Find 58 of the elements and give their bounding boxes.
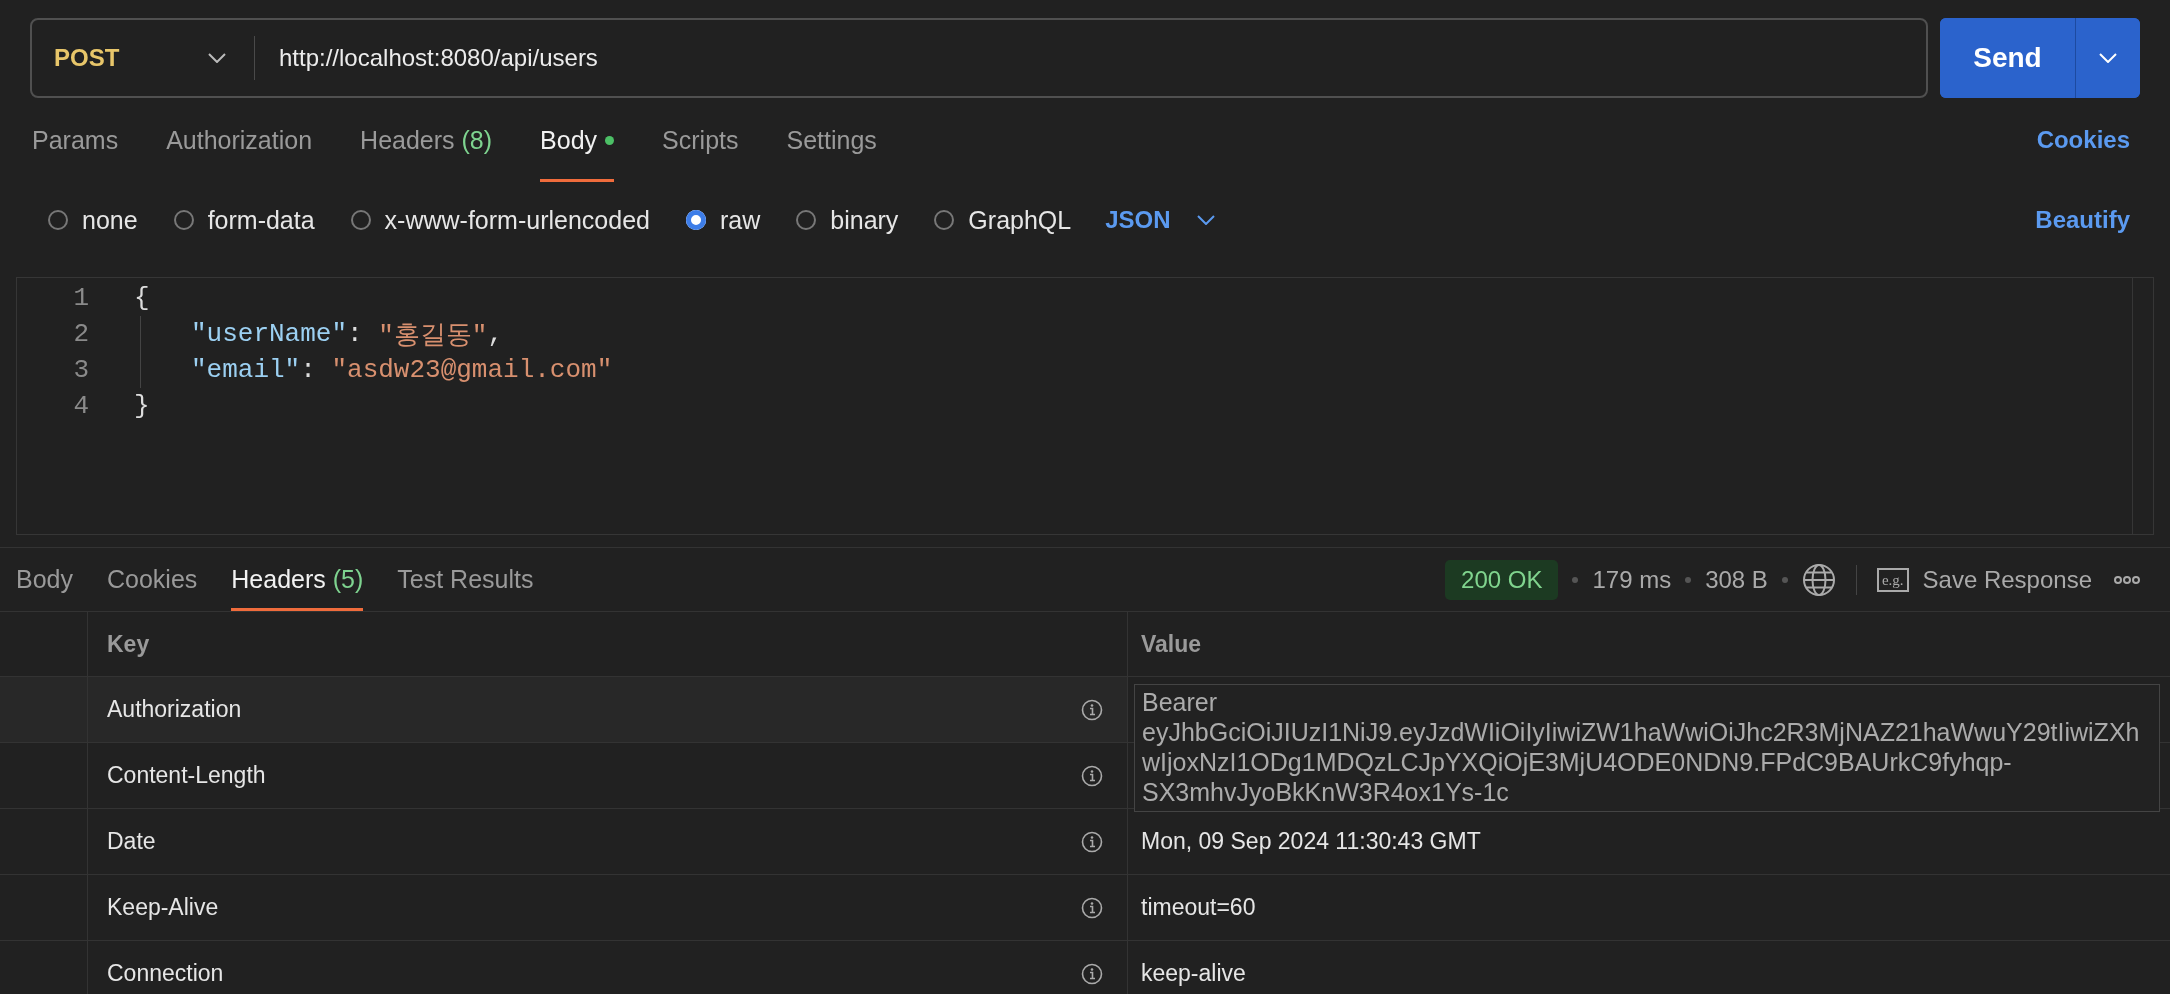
tab[interactable]: Cookies [107,548,198,611]
example-icon: e.g. [1876,567,1909,592]
tab[interactable]: Settings [786,98,877,182]
value-popover: Bearer eyJhbGciOiJIUzI1NiJ9.eyJzdWIiOiIyIiwiZW1haWwiOiJhc2R3MjNAZ21haWwuY29tIiwiZXhwIjoxNzI1ODg1MDQzLCJpYXQiOjE3MjU4ODE0NDN9.FPdC9BAUrkC9fyhqp-SX3mhvJyoBkKnW3R4ox1Ys-1c [1134,684,2160,812]
caret-icon [1196,215,1215,225]
code-line: { [134,283,150,313]
tab[interactable]: Headers (8) [360,98,493,182]
tab[interactable]: Headers (5) [231,548,364,611]
tab[interactable]: Authorization [166,98,313,182]
code-line: } [134,391,150,421]
table-cell: timeout=60 [1141,894,1256,921]
radio-option[interactable]: raw [685,205,761,235]
language-dropdown[interactable]: JSON [1105,206,1215,234]
url-input[interactable]: http://localhost:8080/api/users [279,44,598,72]
table-cell: Date [107,828,156,855]
cookies-link[interactable]: Cookies [2036,126,2130,154]
response-size: 308 B [1705,565,1768,594]
code-line: "email": "asdw23@gmail.com" [140,352,613,388]
response-time: 179 ms [1592,565,1672,594]
tab[interactable]: Body [540,98,615,182]
tab[interactable]: Body [16,548,73,611]
method-dropdown[interactable]: POST [32,44,254,72]
info-icon [1081,962,1103,985]
beautify-link[interactable]: Beautify [2035,206,2130,234]
status-badge: 200 OK [1445,559,1559,600]
code-editor[interactable]: 1 { 2 "userName": "홍길동", 3 "email": "asdw23@gmail.com" 4 } [16,277,2154,535]
tab[interactable]: Params [32,98,119,182]
line-number: 3 [72,355,89,385]
line-number: 1 [72,283,89,313]
info-icon [1081,698,1103,721]
table-cell: Authorization [107,696,242,723]
caret-icon [2099,53,2117,63]
table-cell: Mon, 09 Sep 2024 11:30:43 GMT [1141,828,1481,855]
info-icon [1081,764,1103,787]
more-icon [2114,574,2140,585]
save-response-button[interactable]: e.g. Save Response [1876,565,2092,594]
url-bar[interactable]: POST http://localhost:8080/api/users [30,18,1928,98]
column-header: Key [88,612,1128,676]
tab[interactable]: Scripts [662,98,739,182]
globe-icon [1801,562,1836,597]
table-cell: keep-alive [1141,960,1246,987]
tab[interactable]: Test Results [397,548,534,611]
caret-icon [208,53,226,63]
table-cell: Content-Length [107,762,266,789]
line-number: 2 [72,319,89,349]
table-cell: Keep-Alive [107,894,219,921]
radio-option[interactable]: form-data [173,205,315,235]
send-button[interactable]: Send [1940,18,2076,98]
code-line: "userName": "홍길동", [140,316,504,352]
column-header: Value [1140,629,1203,659]
info-icon [1081,896,1103,919]
radio-option[interactable]: none [48,205,138,235]
line-number: 4 [72,391,89,421]
radio-option[interactable]: binary [796,205,899,235]
table-cell: Connection [107,960,224,987]
radio-option[interactable]: x-www-form-urlencoded [350,205,650,235]
info-icon [1081,830,1103,853]
radio-option[interactable]: GraphQL [934,205,1072,235]
